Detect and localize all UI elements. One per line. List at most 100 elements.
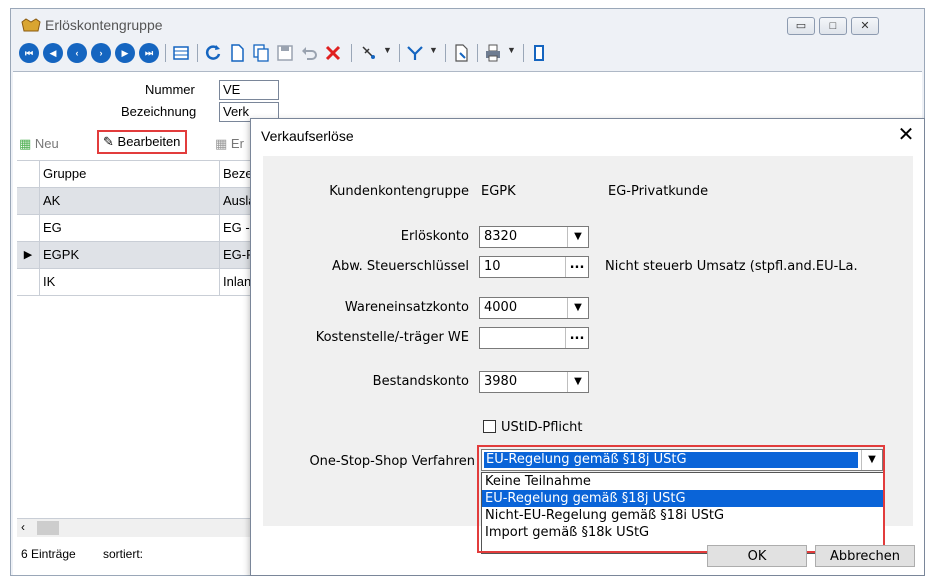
kostenstelle-field[interactable]: ... bbox=[479, 327, 589, 349]
steuerschluessel-field[interactable]: 10 ... bbox=[479, 256, 589, 278]
next-page-icon[interactable]: ▶ bbox=[115, 43, 135, 63]
nummer-field[interactable]: VE bbox=[219, 80, 279, 100]
previous-page-icon[interactable]: ◀ bbox=[43, 43, 63, 63]
scrollbar-thumb[interactable] bbox=[37, 521, 59, 535]
chevron-down-icon[interactable]: ▼ bbox=[429, 45, 438, 55]
window-title: Erlöskontengruppe bbox=[45, 17, 163, 33]
edit-icon: ✎ bbox=[103, 134, 114, 149]
bezeichnung-label: Bezeichnung bbox=[121, 104, 197, 119]
table-row[interactable]: IK Inlan bbox=[17, 269, 257, 296]
ustid-checkbox[interactable] bbox=[483, 420, 496, 433]
cell-gruppe: EGPK bbox=[43, 247, 80, 262]
table-header-row: Gruppe Beze bbox=[17, 161, 257, 188]
table-row[interactable]: AK Ausla bbox=[17, 188, 257, 215]
first-record-icon[interactable]: ⏮ bbox=[19, 43, 39, 63]
dialog-title: Verkaufserlöse bbox=[261, 128, 354, 144]
report-icon[interactable] bbox=[451, 43, 471, 63]
new-button[interactable]: ▦ Neu bbox=[19, 132, 59, 156]
kundenkontengruppe-label: Kundenkontengruppe bbox=[329, 184, 469, 199]
kundenkontengruppe-code: EGPK bbox=[481, 184, 516, 199]
minimize-button[interactable]: ▭ bbox=[787, 17, 815, 35]
kostenstelle-label: Kostenstelle/-träger WE bbox=[315, 330, 469, 345]
edit-button-label: Bearbeiten bbox=[117, 134, 181, 149]
erloeskonto-select[interactable]: 8320 ▼ bbox=[479, 226, 589, 248]
title-bar: Erlöskontengruppe ▭ □ ✕ bbox=[11, 9, 924, 41]
current-row-arrow-icon: ▶ bbox=[17, 242, 40, 268]
chevron-down-icon[interactable]: ▼ bbox=[383, 45, 392, 55]
chevron-down-icon[interactable]: ▼ bbox=[507, 45, 516, 55]
table-row-selected[interactable]: ▶ EGPK EG-F bbox=[17, 242, 257, 269]
row-marker bbox=[17, 215, 40, 241]
app-logo-icon bbox=[21, 18, 41, 32]
browse-button[interactable]: ... bbox=[565, 257, 588, 277]
cell-gruppe: IK bbox=[43, 274, 56, 289]
wareneinsatzkonto-select[interactable]: 4000 ▼ bbox=[479, 297, 589, 319]
new-record-icon: ▦ bbox=[19, 136, 32, 151]
chevron-down-icon[interactable]: ▼ bbox=[567, 298, 588, 318]
toolbar: ⏮ ◀ ‹ › ▶ ⏭ ▼ ▼ ▼ bbox=[11, 41, 924, 67]
cell-gruppe: AK bbox=[43, 193, 61, 208]
kundenkontengruppe-name: EG-Privatkunde bbox=[608, 184, 709, 199]
delete-icon[interactable] bbox=[323, 43, 343, 63]
chevron-down-icon[interactable]: ▼ bbox=[567, 227, 588, 247]
cell-bezeichnung: EG - bbox=[223, 220, 250, 235]
delete-record-icon: ▦ bbox=[215, 136, 228, 151]
search-tool-icon[interactable] bbox=[359, 43, 379, 63]
edit-button[interactable]: ✎ Bearbeiten bbox=[97, 130, 188, 154]
toolbar-separator bbox=[399, 44, 400, 62]
scroll-left-icon[interactable]: ‹ bbox=[21, 520, 25, 534]
previous-record-icon[interactable]: ‹ bbox=[67, 43, 87, 63]
toolbar-separator bbox=[445, 44, 446, 62]
bestandskonto-select[interactable]: 3980 ▼ bbox=[479, 371, 589, 393]
row-marker bbox=[17, 161, 40, 187]
chevron-down-icon[interactable]: ▼ bbox=[567, 372, 588, 392]
horizontal-scrollbar[interactable]: ‹ bbox=[17, 518, 257, 537]
toolbar-separator bbox=[477, 44, 478, 62]
verkaufserloese-dialog: Verkaufserlöse ✕ Kundenkontengruppe EGPK… bbox=[250, 118, 925, 576]
next-record-icon[interactable]: › bbox=[91, 43, 111, 63]
list-toolbar: ▦ Neu ✎ Bearbeiten ▦ Er bbox=[13, 128, 263, 158]
toolbar-separator bbox=[523, 44, 524, 62]
erloeskonto-label: Erlöskonto bbox=[400, 229, 469, 244]
steuerschluessel-description: Nicht steuerb Umsatz (stpfl.and.EU-La. bbox=[605, 259, 858, 274]
bestandskonto-value: 3980 bbox=[484, 374, 518, 389]
last-record-icon[interactable]: ⏭ bbox=[139, 43, 159, 63]
maximize-button[interactable]: □ bbox=[819, 17, 847, 35]
new-button-label: Neu bbox=[34, 136, 59, 151]
row-marker bbox=[17, 269, 40, 295]
undo-icon[interactable] bbox=[299, 43, 319, 63]
kostenstelle-description bbox=[601, 327, 879, 349]
cell-bezeichnung: Inlan bbox=[223, 274, 252, 289]
print-icon[interactable] bbox=[483, 43, 503, 63]
new-document-icon[interactable] bbox=[227, 43, 247, 63]
column-header-gruppe[interactable]: Gruppe bbox=[43, 166, 86, 181]
ok-button[interactable]: OK bbox=[707, 545, 807, 567]
erloeskonto-value: 8320 bbox=[484, 229, 518, 244]
delete-record-label: Er bbox=[230, 136, 244, 151]
toolbar-separator bbox=[197, 44, 198, 62]
group-table: Gruppe Beze AK Ausla EG EG - ▶ EGPK EG-F bbox=[17, 160, 257, 296]
column-header-bezeichnung[interactable]: Beze bbox=[223, 166, 253, 181]
browse-button[interactable]: ... bbox=[565, 328, 588, 348]
record-count: 6 Einträge bbox=[21, 547, 76, 561]
exit-icon[interactable] bbox=[529, 43, 549, 63]
steuerschluessel-value: 10 bbox=[484, 259, 501, 274]
table-view-icon[interactable] bbox=[171, 43, 191, 63]
row-marker bbox=[17, 188, 40, 214]
close-window-button[interactable]: ✕ bbox=[851, 17, 879, 35]
copy-icon[interactable] bbox=[251, 43, 271, 63]
highlight-frame bbox=[477, 445, 885, 553]
ustid-label: UStID-Pflicht bbox=[501, 420, 583, 435]
cancel-button[interactable]: Abbrechen bbox=[815, 545, 915, 567]
delete-record-button[interactable]: ▦ Er bbox=[215, 132, 244, 156]
nummer-label: Nummer bbox=[145, 82, 195, 97]
sort-status: sortiert: bbox=[103, 547, 144, 561]
filter-icon[interactable] bbox=[405, 43, 425, 63]
refresh-icon[interactable] bbox=[203, 43, 223, 63]
save-icon[interactable] bbox=[275, 43, 295, 63]
cell-gruppe: EG bbox=[43, 220, 62, 235]
close-icon[interactable]: ✕ bbox=[894, 122, 918, 146]
bestandskonto-label: Bestandskonto bbox=[372, 374, 469, 389]
toolbar-separator bbox=[165, 44, 166, 62]
table-row[interactable]: EG EG - bbox=[17, 215, 257, 242]
